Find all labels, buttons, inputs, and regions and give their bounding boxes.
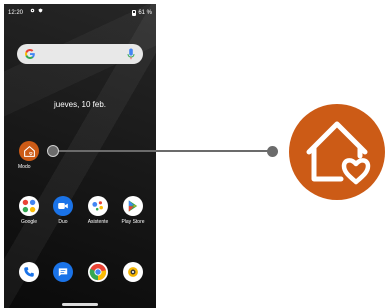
shield-icon <box>38 8 43 13</box>
notification-icons <box>30 8 43 13</box>
video-camera-icon <box>53 196 73 216</box>
callout-dot-end <box>267 146 278 157</box>
app-label-playstore: Play Store <box>121 219 145 225</box>
play-store-icon <box>123 196 143 216</box>
google-g-icon <box>25 49 35 59</box>
assistant-icon <box>88 196 108 216</box>
status-bar: 12:20 61 % <box>4 4 156 22</box>
app-label-duo: Duo <box>58 219 68 225</box>
phone-icon <box>19 262 39 282</box>
dock-camera[interactable] <box>118 262 148 282</box>
app-modo[interactable]: Modo <box>14 141 44 170</box>
battery-icon <box>132 10 137 16</box>
dock-phone[interactable] <box>14 262 44 282</box>
date-widget[interactable]: jueves, 10 feb. <box>4 100 156 109</box>
google-search-bar[interactable] <box>17 44 143 64</box>
home-heart-icon <box>289 104 385 200</box>
app-label-google: Google <box>20 219 38 225</box>
app-google[interactable]: Google <box>14 196 44 225</box>
app-label-modo: Modo <box>18 164 31 170</box>
app-playstore[interactable]: Play Store <box>118 196 148 225</box>
nav-gesture-handle[interactable] <box>62 303 98 306</box>
dock-chrome[interactable] <box>83 262 113 282</box>
app-duo[interactable]: Duo <box>48 196 78 225</box>
google-folder-icon <box>19 196 39 216</box>
battery-status: 61 % <box>132 10 152 16</box>
camera-icon <box>123 262 143 282</box>
status-time: 12:20 <box>8 10 24 16</box>
callout-line <box>52 150 274 152</box>
app-asistente[interactable]: Asistente <box>83 196 113 225</box>
mic-icon[interactable] <box>127 48 135 60</box>
chrome-icon <box>88 262 108 282</box>
dock-messages[interactable] <box>48 262 78 282</box>
app-label-asistente: Asistente <box>87 219 109 225</box>
callout-dot-start <box>47 145 59 157</box>
messages-icon <box>53 262 73 282</box>
battery-level: 61 % <box>138 10 152 16</box>
phone-screen: 12:20 61 % jueves, 10 feb. Modo Google D… <box>4 4 156 308</box>
settings-icon <box>30 8 35 13</box>
home-heart-icon <box>19 141 39 161</box>
